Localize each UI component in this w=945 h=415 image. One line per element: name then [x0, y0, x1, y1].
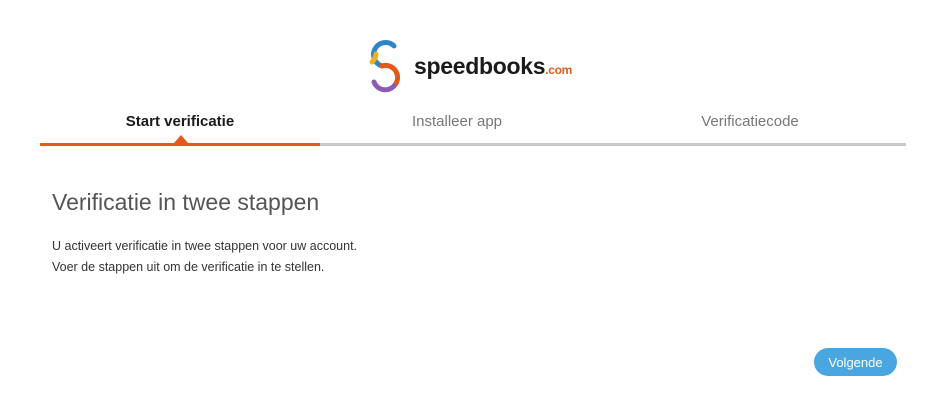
- steps-progress: [40, 143, 320, 146]
- active-step-caret-icon: [174, 135, 188, 143]
- speedbooks-logo: speedbooks.com: [366, 38, 572, 94]
- description: U activeert verificatie in twee stappen …: [52, 236, 357, 278]
- page-title: Verificatie in twee stappen: [52, 189, 320, 215]
- step-installeer-app[interactable]: Installeer app: [320, 104, 594, 142]
- description-line-2: Voer de stappen uit om de verificatie in…: [52, 260, 325, 274]
- step-verificatiecode[interactable]: Verificatiecode: [594, 104, 906, 142]
- description-line-1: U activeert verificatie in twee stappen …: [52, 239, 358, 253]
- next-button[interactable]: Volgende: [814, 348, 897, 376]
- brand-name: speedbooks.com: [414, 52, 573, 79]
- brand-suffix: .com: [545, 62, 573, 77]
- verification-steps: Start verificatie Installeer app Verific…: [40, 104, 906, 146]
- speedbooks-s-icon: [369, 40, 401, 93]
